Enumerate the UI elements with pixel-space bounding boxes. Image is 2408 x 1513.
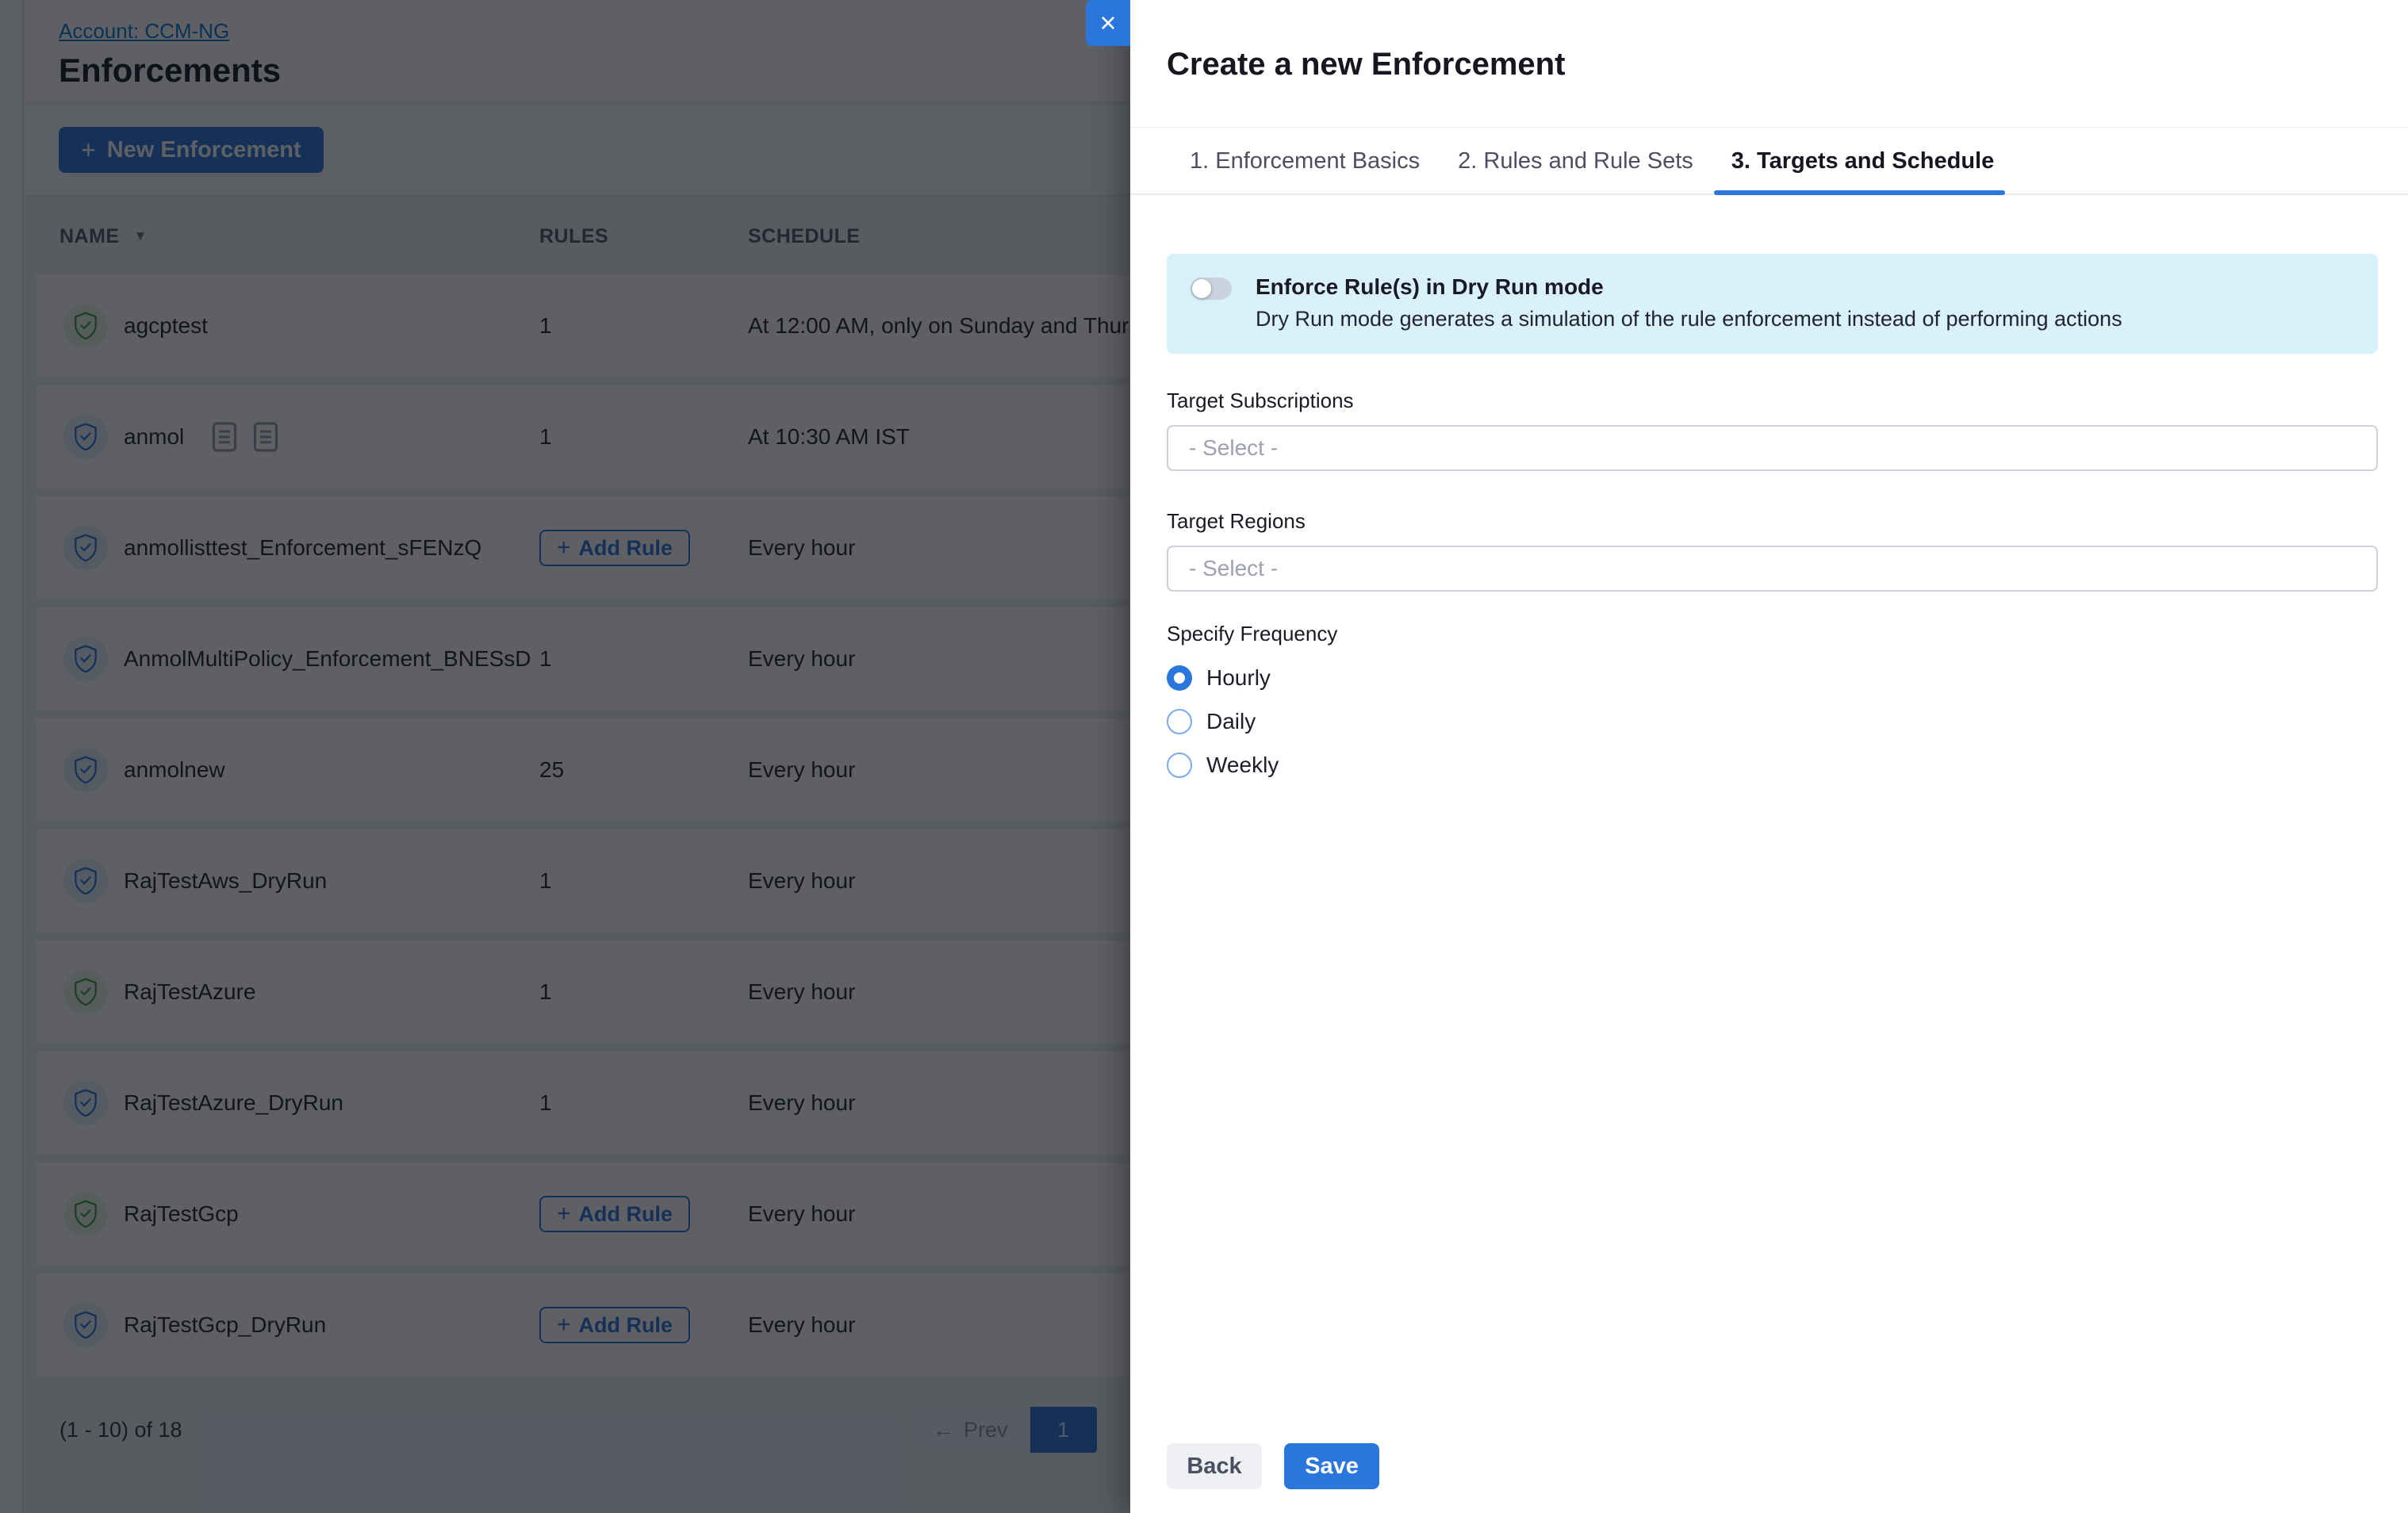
panel-header: Create a new Enforcement xyxy=(1130,0,2408,128)
radio-button[interactable] xyxy=(1167,665,1192,691)
close-icon: × xyxy=(1099,9,1116,37)
radio-button[interactable] xyxy=(1167,753,1192,778)
radio-button[interactable] xyxy=(1167,709,1192,734)
panel-footer: Back Save xyxy=(1167,1443,1379,1489)
wizard-tabs: 1. Enforcement Basics 2. Rules and Rule … xyxy=(1130,128,2408,195)
dry-run-toggle[interactable] xyxy=(1191,278,1232,300)
field-label: Target Regions xyxy=(1167,509,2378,534)
frequency-option[interactable]: Daily xyxy=(1167,699,2378,743)
frequency-option[interactable]: Weekly xyxy=(1167,743,2378,787)
back-button[interactable]: Back xyxy=(1167,1443,1262,1489)
select-placeholder: - Select - xyxy=(1189,556,1278,581)
frequency-option[interactable]: Hourly xyxy=(1167,656,2378,699)
tab-label: 1. Enforcement Basics xyxy=(1190,148,1420,174)
target-fields: Target Subscriptions - Select - Target R… xyxy=(1167,389,2378,592)
save-button[interactable]: Save xyxy=(1284,1443,1379,1489)
create-enforcement-panel: Create a new Enforcement 1. Enforcement … xyxy=(1130,0,2408,1513)
form-field: Target Subscriptions - Select - xyxy=(1167,389,2378,471)
dry-run-description: Dry Run mode generates a simulation of t… xyxy=(1256,307,2354,331)
panel-title: Create a new Enforcement xyxy=(1167,46,2372,82)
select-input[interactable]: - Select - xyxy=(1167,546,2378,592)
select-placeholder: - Select - xyxy=(1189,435,1278,461)
frequency-options: Hourly Daily Weekly xyxy=(1167,656,2378,787)
radio-label: Weekly xyxy=(1206,753,1279,778)
panel-body: Enforce Rule(s) in Dry Run mode Dry Run … xyxy=(1130,195,2408,787)
tab-label: 3. Targets and Schedule xyxy=(1731,148,1994,174)
frequency-label: Specify Frequency xyxy=(1167,622,2378,646)
wizard-tab[interactable]: 1. Enforcement Basics xyxy=(1188,128,1421,193)
frequency-section: Specify Frequency Hourly Daily Weekly xyxy=(1167,622,2378,787)
field-label: Target Subscriptions xyxy=(1167,389,2378,413)
dry-run-title: Enforce Rule(s) in Dry Run mode xyxy=(1256,274,2354,300)
radio-label: Hourly xyxy=(1206,665,1271,691)
radio-label: Daily xyxy=(1206,709,1256,734)
wizard-tab[interactable]: 2. Rules and Rule Sets xyxy=(1456,128,1695,193)
dry-run-banner: Enforce Rule(s) in Dry Run mode Dry Run … xyxy=(1167,254,2378,354)
tab-label: 2. Rules and Rule Sets xyxy=(1458,148,1693,174)
select-input[interactable]: - Select - xyxy=(1167,425,2378,471)
form-field: Target Regions - Select - xyxy=(1167,509,2378,592)
wizard-tab[interactable]: 3. Targets and Schedule xyxy=(1730,128,1996,193)
toggle-knob xyxy=(1192,279,1211,298)
close-panel-button[interactable]: × xyxy=(1086,0,1130,46)
